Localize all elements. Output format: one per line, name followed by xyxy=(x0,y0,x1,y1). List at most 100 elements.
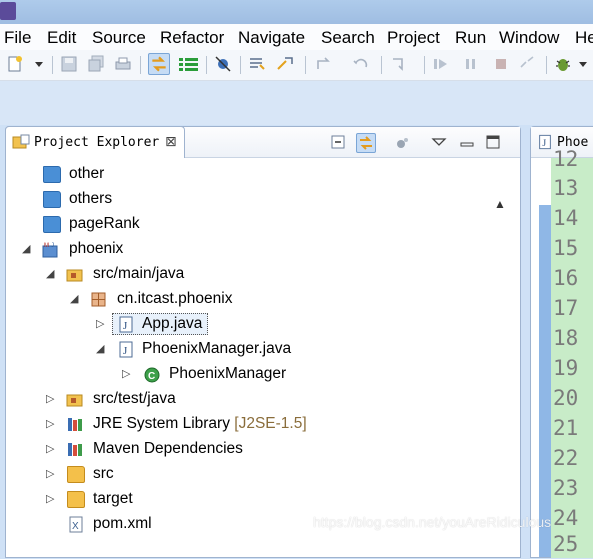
menu-file[interactable]: File xyxy=(4,28,31,48)
debug-icon[interactable] xyxy=(554,55,572,73)
svg-text:J: J xyxy=(51,243,54,249)
toggle-block-selection-icon[interactable] xyxy=(276,55,294,73)
menu-refactor[interactable]: Refactor xyxy=(160,28,224,48)
expanded-arrow-icon[interactable]: ◢ xyxy=(22,242,32,256)
java-editor: J Phoe 12 13 14 15 16 17 18 19 20 21 22 … xyxy=(530,126,593,558)
link-with-editor-icon[interactable] xyxy=(148,53,170,75)
terminate-icon[interactable] xyxy=(492,55,510,73)
menu-edit[interactable]: Edit xyxy=(47,28,76,48)
save-icon[interactable] xyxy=(60,55,78,73)
collapsed-arrow-icon[interactable]: ▷ xyxy=(46,392,56,406)
editor-overview-ruler xyxy=(539,205,551,557)
folder-icon xyxy=(43,191,61,208)
line-number: 13 xyxy=(553,176,579,200)
toolbar-separator xyxy=(240,56,241,74)
line-number: 18 xyxy=(553,326,579,350)
view-menu-options-icon[interactable] xyxy=(394,133,412,151)
forward-icon[interactable] xyxy=(390,55,408,73)
line-number: 23 xyxy=(553,476,579,500)
svg-text:J: J xyxy=(123,320,128,332)
menu-help[interactable]: He xyxy=(575,28,593,48)
svg-text:J: J xyxy=(123,345,128,357)
line-number: 12 xyxy=(553,147,579,171)
xml-file-icon: X xyxy=(69,516,83,533)
tab-project-explorer[interactable]: Project Explorer ⊠ xyxy=(5,126,185,158)
collapsed-arrow-icon[interactable]: ▷ xyxy=(46,492,56,506)
line-number: 24 xyxy=(553,506,579,530)
suspend-icon[interactable] xyxy=(462,55,480,73)
toolbar-separator xyxy=(52,56,53,74)
menu-window[interactable]: Window xyxy=(499,28,559,48)
maven-project-icon: MJ xyxy=(42,243,58,258)
expanded-arrow-icon[interactable]: ◢ xyxy=(70,292,80,306)
tab-title: Project Explorer xyxy=(34,135,160,150)
java-file-icon: J xyxy=(119,316,133,333)
close-icon[interactable]: ⊠ xyxy=(165,133,177,150)
menu-run[interactable]: Run xyxy=(455,28,486,48)
expanded-arrow-icon[interactable]: ◢ xyxy=(46,267,56,281)
skip-breakpoints-icon[interactable] xyxy=(214,55,232,73)
menu-navigate[interactable]: Navigate xyxy=(238,28,305,48)
toggle-mark-occurrences-icon[interactable] xyxy=(248,55,266,73)
task-list-icon[interactable] xyxy=(178,55,200,73)
minimize-icon[interactable] xyxy=(458,133,476,151)
new-dropdown-icon[interactable] xyxy=(34,55,44,73)
line-number: 19 xyxy=(553,356,579,380)
folder-icon xyxy=(43,216,61,233)
line-number: 25 xyxy=(553,532,579,556)
project-tree: ▲ other others pageRank ◢ MJ phoenix ◢ s… xyxy=(22,165,506,533)
line-number: 14 xyxy=(553,206,579,230)
svg-text:M: M xyxy=(44,243,49,249)
back-icon[interactable] xyxy=(352,55,370,73)
toolbar-area-background xyxy=(0,81,593,125)
library-icon xyxy=(68,443,82,456)
maximize-icon[interactable] xyxy=(484,133,502,151)
collapsed-arrow-icon[interactable]: ▷ xyxy=(96,317,106,331)
menu-project[interactable]: Project xyxy=(387,28,440,48)
project-explorer-view: Project Explorer ⊠ ▲ other others pageRa… xyxy=(5,126,521,558)
toolbar-separator xyxy=(424,56,425,74)
source-folder-icon xyxy=(66,394,83,407)
line-number: 16 xyxy=(553,266,579,290)
collapsed-arrow-icon[interactable]: ▷ xyxy=(46,467,56,481)
disconnect-icon[interactable] xyxy=(518,55,536,73)
save-all-icon[interactable] xyxy=(87,55,105,73)
package-icon xyxy=(91,292,106,307)
eclipse-app-icon xyxy=(0,2,16,20)
library-name: JRE System Library xyxy=(93,415,230,432)
toolbar-separator xyxy=(305,56,306,74)
collapse-all-icon[interactable] xyxy=(329,133,347,151)
svg-text:J: J xyxy=(542,138,546,149)
collapsed-arrow-icon[interactable]: ▷ xyxy=(46,417,56,431)
line-number: 17 xyxy=(553,296,579,320)
collapsed-arrow-icon[interactable]: ▷ xyxy=(46,442,56,456)
expanded-arrow-icon[interactable]: ◢ xyxy=(96,342,106,356)
print-icon[interactable] xyxy=(114,55,132,73)
collapsed-arrow-icon[interactable]: ▷ xyxy=(122,367,132,381)
project-explorer-icon xyxy=(12,134,30,149)
line-number: 22 xyxy=(553,446,579,470)
java-file-icon: J xyxy=(119,341,133,358)
debug-dropdown-icon[interactable] xyxy=(578,55,588,73)
main-toolbar xyxy=(0,50,593,81)
project-explorer-header: Project Explorer ⊠ xyxy=(5,126,520,158)
new-icon[interactable] xyxy=(6,55,24,73)
jre-version-decoration: [J2SE-1.5] xyxy=(234,415,307,432)
folder-icon xyxy=(67,466,85,483)
toolbar-separator xyxy=(140,56,141,74)
menu-search[interactable]: Search xyxy=(321,28,375,48)
menu-source[interactable]: Source xyxy=(92,28,146,48)
source-folder-icon xyxy=(66,269,83,282)
library-icon xyxy=(68,418,82,431)
last-edit-location-icon[interactable] xyxy=(314,55,332,73)
view-menu-icon[interactable] xyxy=(430,133,448,151)
folder-icon xyxy=(43,166,61,183)
folder-icon xyxy=(67,491,85,508)
scroll-up-icon[interactable]: ▲ xyxy=(494,197,506,211)
window-title-bar xyxy=(0,0,593,24)
link-with-editor-icon[interactable] xyxy=(356,133,376,153)
resume-icon[interactable] xyxy=(432,55,450,73)
line-number: 20 xyxy=(553,386,579,410)
watermark: https://blog.csdn.net/youAreRidiculous xyxy=(313,514,552,530)
line-number: 21 xyxy=(553,416,579,440)
